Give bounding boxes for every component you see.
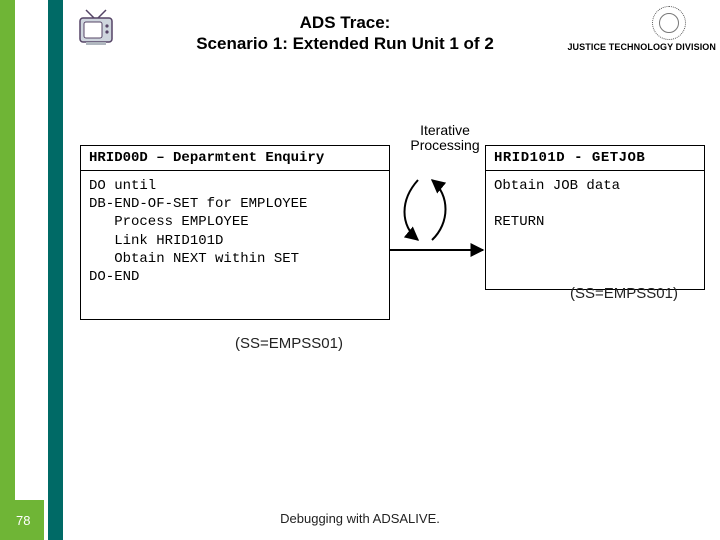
- right-box: HRID101D - GETJOB Obtain JOB data RETURN: [485, 145, 705, 290]
- title-line-1: ADS Trace:: [110, 12, 580, 33]
- page-number: 78: [16, 513, 30, 528]
- loop-arrow-left: [405, 180, 419, 240]
- footer-text: Debugging with ADSALIVE.: [0, 511, 720, 526]
- left-box: HRID00D – Deparmtent Enquiry DO until DB…: [80, 145, 390, 320]
- left-box-body: DO until DB-END-OF-SET for EMPLOYEE Proc…: [81, 171, 389, 292]
- diagram: Iterative Processing HRID00D – Deparmten…: [80, 145, 710, 355]
- right-box-body: Obtain JOB data RETURN: [486, 171, 704, 238]
- title-line-2: Scenario 1: Extended Run Unit 1 of 2: [110, 33, 580, 54]
- side-stripe-teal: [48, 0, 63, 540]
- left-ss-note: (SS=EMPSS01): [235, 335, 343, 352]
- loop-arrow-right: [432, 180, 446, 240]
- right-box-header: HRID101D - GETJOB: [486, 146, 704, 171]
- left-box-header: HRID00D – Deparmtent Enquiry: [81, 146, 389, 171]
- right-ss-note: (SS=EMPSS01): [570, 285, 678, 302]
- seal-icon: [652, 6, 686, 40]
- side-stripe-green: [0, 0, 15, 540]
- iterative-label: Iterative Processing: [410, 123, 480, 154]
- slide-title: ADS Trace: Scenario 1: Extended Run Unit…: [110, 12, 580, 55]
- division-label: JUSTICE TECHNOLOGY DIVISION: [567, 42, 716, 52]
